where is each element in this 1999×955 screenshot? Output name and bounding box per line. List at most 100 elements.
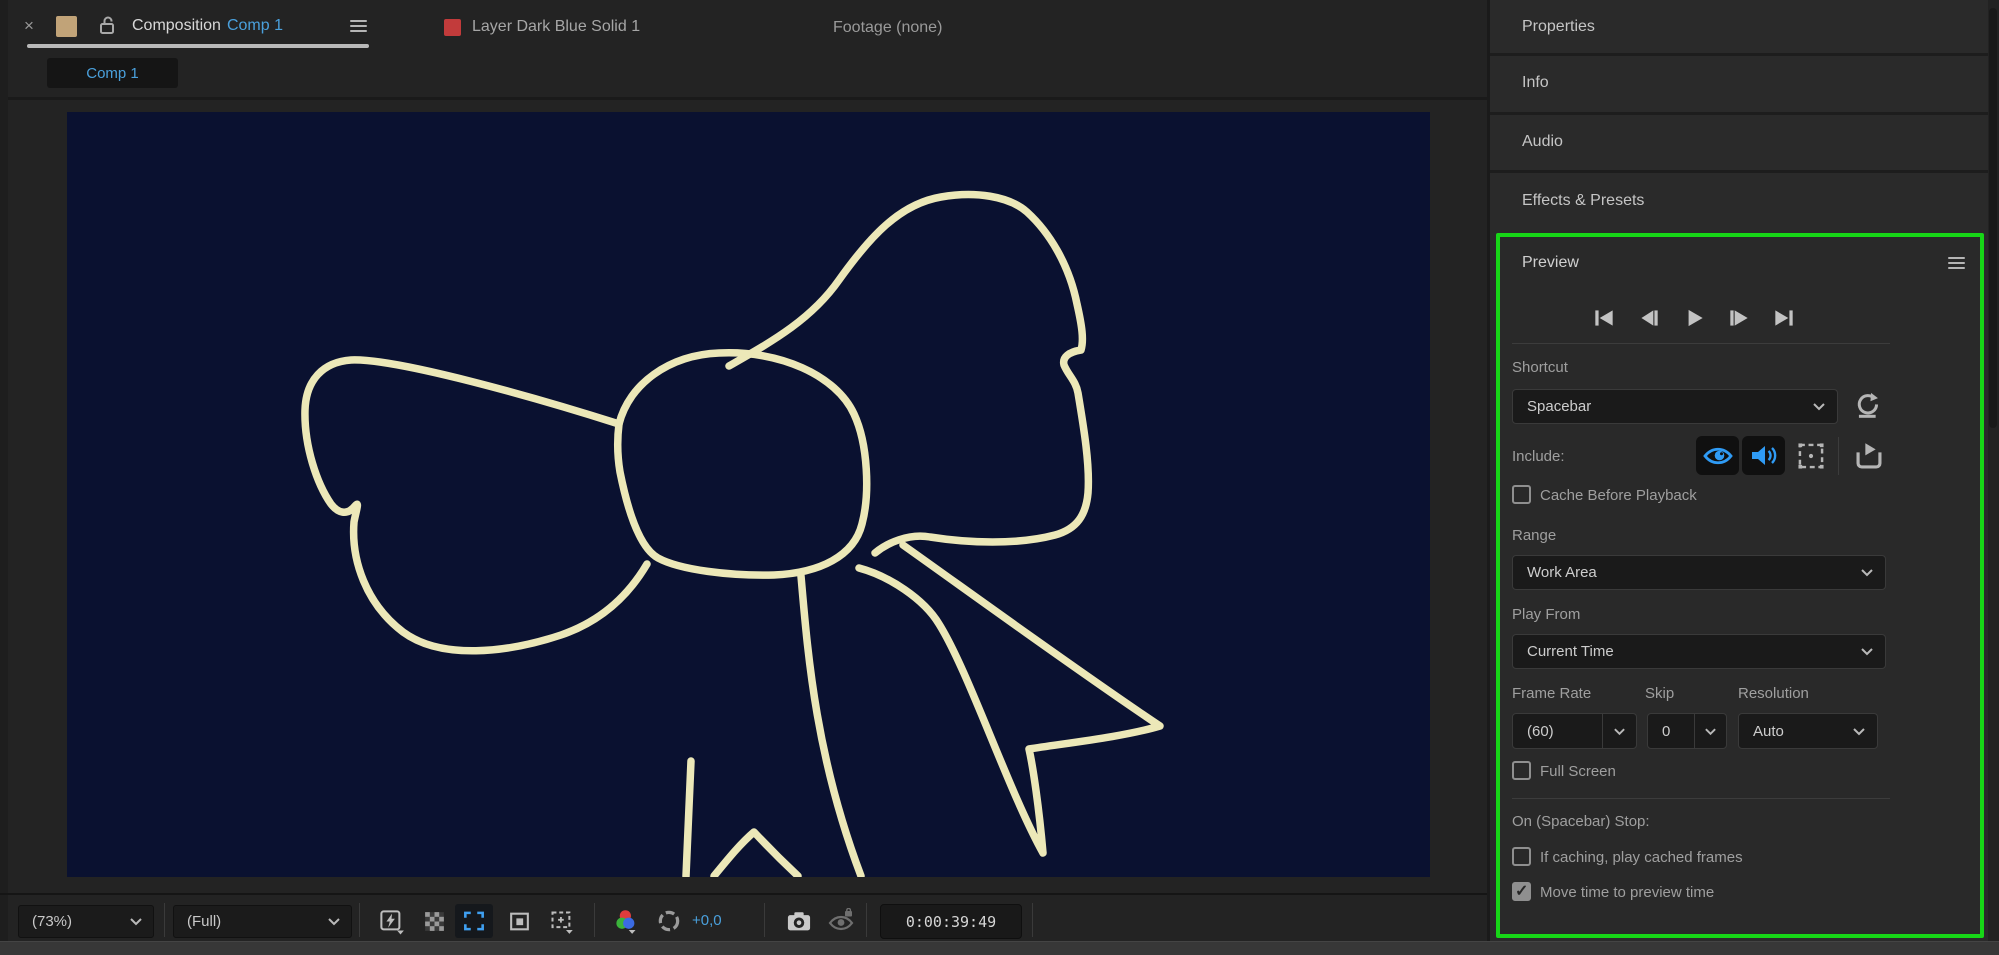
transparency-grid-icon [424,911,444,931]
preview-resolution-dropdown[interactable]: Auto [1738,713,1878,749]
composition-tab-label: Composition [132,17,221,34]
toolbar-separator [164,903,165,937]
next-frame-icon [1730,310,1748,326]
panel-header-divider [1490,170,1988,173]
show-snapshot-button[interactable] [822,904,860,938]
on-stop-label: On (Spacebar) Stop: [1512,813,1650,830]
panel-header-effects-presets[interactable]: Effects & Presets [1490,174,1988,227]
play-from-value: Current Time [1527,643,1614,660]
layer-color-swatch [444,18,461,36]
unlock-icon [100,16,114,34]
if-caching-label: If caching, play cached frames [1540,849,1743,866]
scrollbar-thumb[interactable] [1989,8,1997,428]
region-of-interest-button[interactable] [455,904,493,938]
bow-right-loop [725,190,1093,557]
toolbar-separator [1032,903,1033,937]
transparency-grid-button[interactable] [415,904,453,938]
camera-icon [787,912,811,931]
panel-header-label: Audio [1522,132,1563,150]
subtab-comp1[interactable]: Comp 1 [47,58,178,88]
move-time-label: Move time to preview time [1540,884,1715,901]
play-button[interactable] [1678,303,1710,333]
play-from-dropdown[interactable]: Current Time [1512,634,1886,669]
go-to-start-button[interactable] [1588,303,1620,333]
composition-tab-name: Comp 1 [226,17,283,34]
preview-panel-menu-icon[interactable] [1948,257,1965,269]
move-time-checkbox[interactable] [1512,881,1531,901]
preview-divider [1512,798,1890,799]
composition-canvas[interactable] [67,112,1430,880]
skip-label: Skip [1645,685,1675,702]
panel-header-properties[interactable]: Properties [1490,0,1988,53]
frame-rate-combo[interactable]: (60) [1512,713,1637,749]
toolbar-separator [359,903,360,937]
exposure-value[interactable]: +0,0 [692,912,722,929]
tab-composition[interactable]: Composition Comp 1 [132,17,283,35]
mask-visibility-icon [509,912,529,930]
fast-previews-button[interactable] [372,904,410,938]
tab-footage[interactable]: Footage (none) [833,19,942,37]
grid-guides-button[interactable] [542,904,580,938]
snapshot-button[interactable] [780,904,818,938]
previous-frame-button[interactable] [1633,303,1665,333]
chevron-down-icon [1861,648,1873,656]
panel-header-label: Info [1522,73,1549,91]
if-caching-checkbox[interactable] [1512,847,1531,866]
include-overlays-icon[interactable] [1794,440,1828,472]
exposure-button[interactable] [650,904,688,938]
next-frame-button[interactable] [1723,303,1755,333]
chevron-down-icon [1813,403,1825,411]
close-tab-icon[interactable]: × [24,16,34,36]
resolution-dropdown[interactable]: (Full) [173,905,352,938]
include-separator [1838,437,1839,475]
fast-previews-icon [379,909,404,934]
skip-combo[interactable]: 0 [1647,713,1727,749]
bottom-window-strip [0,941,1999,955]
cache-before-playback-checkbox[interactable] [1512,485,1531,504]
range-label: Range [1512,527,1557,544]
channels-button[interactable] [607,904,645,938]
mask-visibility-button[interactable] [500,904,538,938]
skip-chevron[interactable] [1694,714,1726,748]
full-screen-checkbox[interactable] [1512,761,1531,780]
magnification-dropdown[interactable]: (73%) [18,905,154,938]
cache-indicators-icon[interactable] [1852,439,1886,473]
layer-tab-label: Layer Dark Blue Solid 1 [472,18,641,35]
range-dropdown[interactable]: Work Area [1512,555,1886,590]
toolbar-separator [764,903,765,937]
region-of-interest-icon [464,911,484,931]
include-video-button[interactable] [1696,436,1739,475]
bow-left-tail-notch [710,828,802,880]
panel-scrollbar[interactable] [1988,0,1999,941]
viewer-tab-bar: × Composition Comp 1 Layer Dark Blue Sol… [0,0,1487,97]
panel-header-info[interactable]: Info [1490,56,1988,109]
previous-frame-icon [1641,310,1658,326]
topbar-divider [0,97,1487,100]
include-audio-button[interactable] [1742,436,1785,475]
go-to-end-icon [1775,310,1793,326]
audio-include-speaker-icon [1751,446,1776,465]
grid-guides-icon [550,910,573,934]
chevron-down-icon [1861,569,1873,577]
resolution-value: (Full) [187,913,222,930]
include-label: Include: [1512,448,1565,465]
skip-value: 0 [1662,722,1671,740]
chevron-down-icon [1614,728,1625,735]
channels-icon [615,909,635,934]
play-from-label: Play From [1512,606,1581,623]
cache-before-playback-label: Cache Before Playback [1540,487,1697,504]
preview-time-field[interactable]: 0:00:39:49 [880,904,1022,939]
shortcut-label: Shortcut [1512,359,1568,376]
go-to-end-button[interactable] [1768,303,1800,333]
comp-color-swatch [56,16,77,37]
chevron-down-icon [1705,728,1716,735]
tab-menu-icon[interactable] [350,20,367,32]
magnification-value: (73%) [32,913,73,930]
panel-header-audio[interactable]: Audio [1490,115,1988,168]
tab-layer[interactable]: Layer Dark Blue Solid 1 [444,18,640,36]
left-edge-strip [0,0,8,941]
shortcut-dropdown[interactable]: Spacebar [1512,389,1838,424]
full-screen-label: Full Screen [1540,763,1616,780]
frame-rate-chevron[interactable] [1602,714,1636,748]
reset-shortcut-icon[interactable] [1852,390,1882,420]
